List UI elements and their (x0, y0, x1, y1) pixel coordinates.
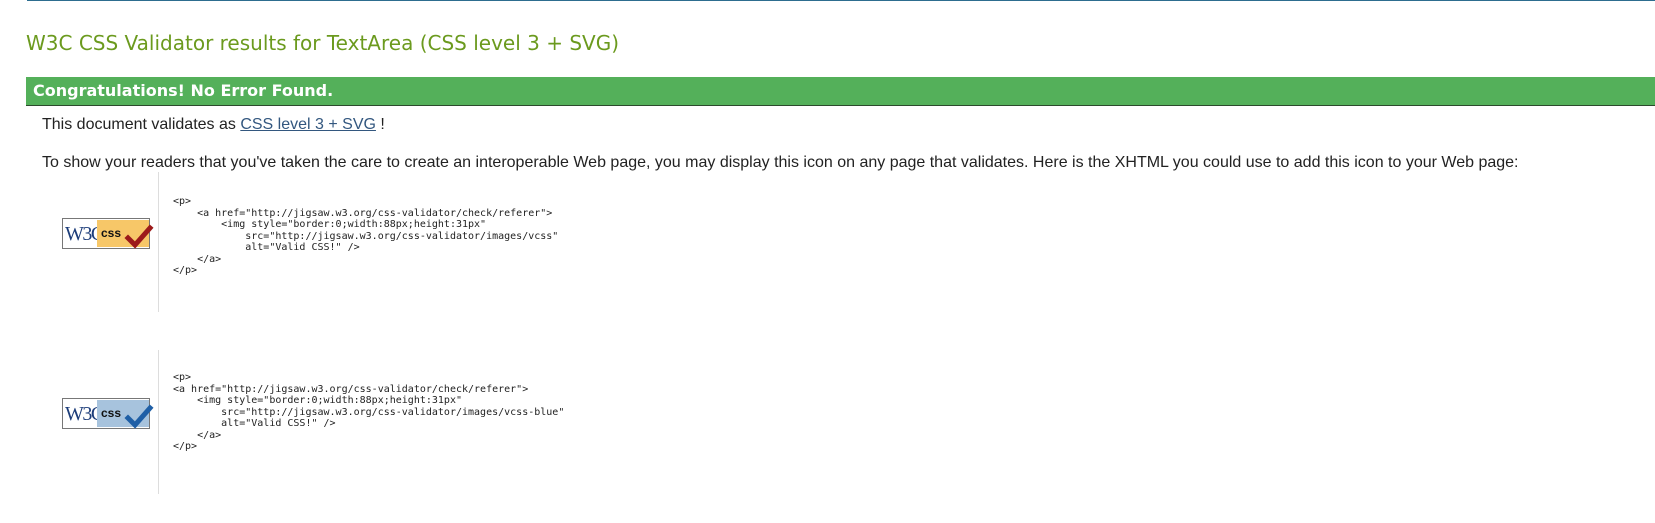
congratulations-text: Congratulations! No Error Found. (33, 81, 334, 100)
css-level-link[interactable]: CSS level 3 + SVG (240, 116, 376, 133)
badge-code-snippet: <p> <a href="http://jigsaw.w3.org/css-va… (173, 196, 559, 276)
checkmark-icon (124, 404, 154, 429)
badge-block-blue: W3C css <p> <a href="http://jigsaw.w3.or… (62, 350, 662, 494)
badge-block-gold: W3C css <p> <a href="http://jigsaw.w3.or… (62, 172, 662, 312)
badge-divider (158, 172, 159, 312)
top-divider (27, 0, 1655, 1)
congratulations-banner: Congratulations! No Error Found. (26, 77, 1655, 106)
badge-css-label: css (101, 406, 122, 420)
badge-code-snippet: <p> <a href="http://jigsaw.w3.org/css-va… (173, 372, 565, 452)
valid-css-blue-badge-icon: W3C css (62, 398, 154, 429)
valid-css-gold-badge-icon: W3C css (62, 218, 154, 249)
readers-instructions: To show your readers that you've taken t… (42, 154, 1519, 171)
checkmark-icon (124, 224, 154, 249)
validation-summary-prefix: This document validates as (42, 116, 236, 133)
badge-css-label: css (101, 226, 122, 240)
badge-divider (158, 350, 159, 494)
validation-summary-suffix: ! (380, 116, 385, 133)
validation-summary: This document validates as CSS level 3 +… (42, 114, 385, 136)
page-title: W3C CSS Validator results for TextArea (… (26, 31, 619, 55)
